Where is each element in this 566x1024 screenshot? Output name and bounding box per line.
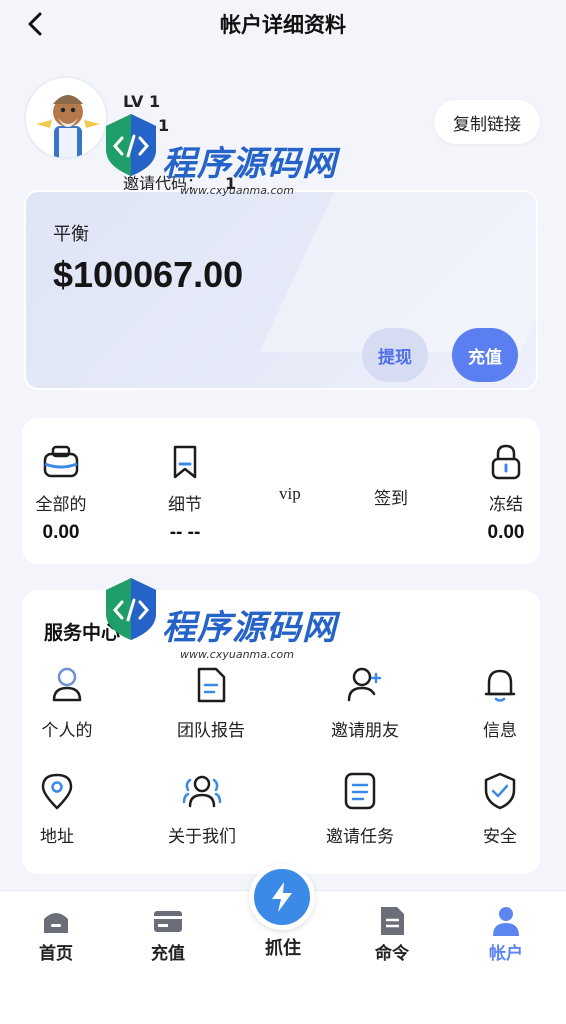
level-label: LV 1: [123, 92, 161, 111]
service-label: 安全: [483, 827, 517, 847]
home-icon: [40, 905, 72, 937]
service-label: 团队报告: [177, 721, 245, 741]
bell-icon: [479, 664, 521, 706]
add-user-icon: [344, 664, 386, 706]
tab-account-label: 帐户: [489, 944, 523, 964]
service-security[interactable]: 安全: [438, 770, 562, 860]
service-about-us[interactable]: 关于我们: [140, 770, 264, 860]
service-invite-friends[interactable]: 邀请朋友: [303, 664, 427, 754]
stats-card: 全部的 0.00 细节 -- -- vip 签到 冻结 0.00: [22, 418, 540, 564]
service-center-card: 服务中心 个人的 团队报告 邀请朋友 信息 地址 关于我们 邀请任务 安全: [22, 590, 540, 874]
tab-recharge[interactable]: 充值: [128, 905, 208, 965]
stat-frozen[interactable]: 冻结 0.00: [451, 418, 561, 564]
lock-icon: [486, 442, 526, 482]
service-personal[interactable]: 个人的: [5, 664, 129, 754]
top-bar: 帐户详细资料: [0, 0, 566, 48]
order-document-icon: [376, 905, 408, 937]
stat-all-label: 全部的: [35, 495, 87, 515]
stat-frozen-label: 冻结: [489, 495, 523, 515]
account-person-icon: [490, 905, 522, 937]
bookmark-icon: [165, 442, 205, 482]
grab-button[interactable]: [249, 864, 315, 930]
stat-detail[interactable]: 细节 -- --: [130, 418, 240, 564]
back-arrow-icon[interactable]: [22, 10, 48, 38]
service-label: 地址: [40, 827, 74, 847]
service-team-report[interactable]: 团队报告: [149, 664, 273, 754]
service-center-title: 服务中心: [44, 622, 121, 644]
tab-orders[interactable]: 命令: [352, 905, 432, 965]
profile-section: LV 1 1 邀请代码： 1 复制链接: [0, 70, 566, 193]
tab-home[interactable]: 首页: [16, 905, 96, 965]
stat-all[interactable]: 全部的 0.00: [6, 418, 116, 564]
balance-label: 平衡: [53, 224, 89, 245]
recharge-button[interactable]: 充值: [452, 328, 518, 382]
tab-orders-label: 命令: [375, 944, 409, 964]
service-label: 关于我们: [168, 827, 236, 847]
group-icon: [181, 770, 223, 812]
stat-checkin[interactable]: 签到: [374, 484, 408, 509]
list-icon: [339, 770, 381, 812]
user-icon: [46, 664, 88, 706]
page-title: 帐户详细资料: [220, 13, 346, 37]
tab-home-label: 首页: [39, 944, 73, 964]
wallet-icon: [41, 442, 81, 482]
tab-account[interactable]: 帐户: [466, 905, 546, 965]
stat-detail-label: 细节: [168, 495, 202, 515]
balance-amount: $100067.00: [53, 254, 244, 295]
service-label: 个人的: [41, 721, 93, 741]
stat-detail-value: -- --: [169, 522, 201, 543]
withdraw-button[interactable]: 提现: [362, 328, 428, 382]
shield-check-icon: [479, 770, 521, 812]
lightning-icon: [272, 882, 292, 912]
service-invite-tasks[interactable]: 邀请任务: [298, 770, 422, 860]
service-label: 信息: [483, 721, 517, 741]
tab-grab-label: 抓住: [265, 938, 301, 959]
tab-recharge-label: 充值: [151, 944, 185, 964]
stat-frozen-value: 0.00: [487, 522, 525, 543]
service-label: 邀请朋友: [331, 721, 399, 741]
vip-level-value: 1: [158, 116, 170, 135]
stat-vip[interactable]: vip: [279, 484, 301, 504]
location-pin-icon: [36, 770, 78, 812]
card-icon: [152, 905, 184, 937]
copy-link-button[interactable]: 复制链接: [434, 100, 540, 144]
balance-card: 平衡 $100067.00 提现 充值: [24, 190, 538, 390]
service-label: 邀请任务: [326, 827, 394, 847]
stat-all-value: 0.00: [42, 522, 80, 543]
service-address[interactable]: 地址: [0, 770, 119, 860]
service-messages[interactable]: 信息: [438, 664, 562, 754]
document-icon: [190, 664, 232, 706]
avatar[interactable]: [24, 76, 108, 160]
